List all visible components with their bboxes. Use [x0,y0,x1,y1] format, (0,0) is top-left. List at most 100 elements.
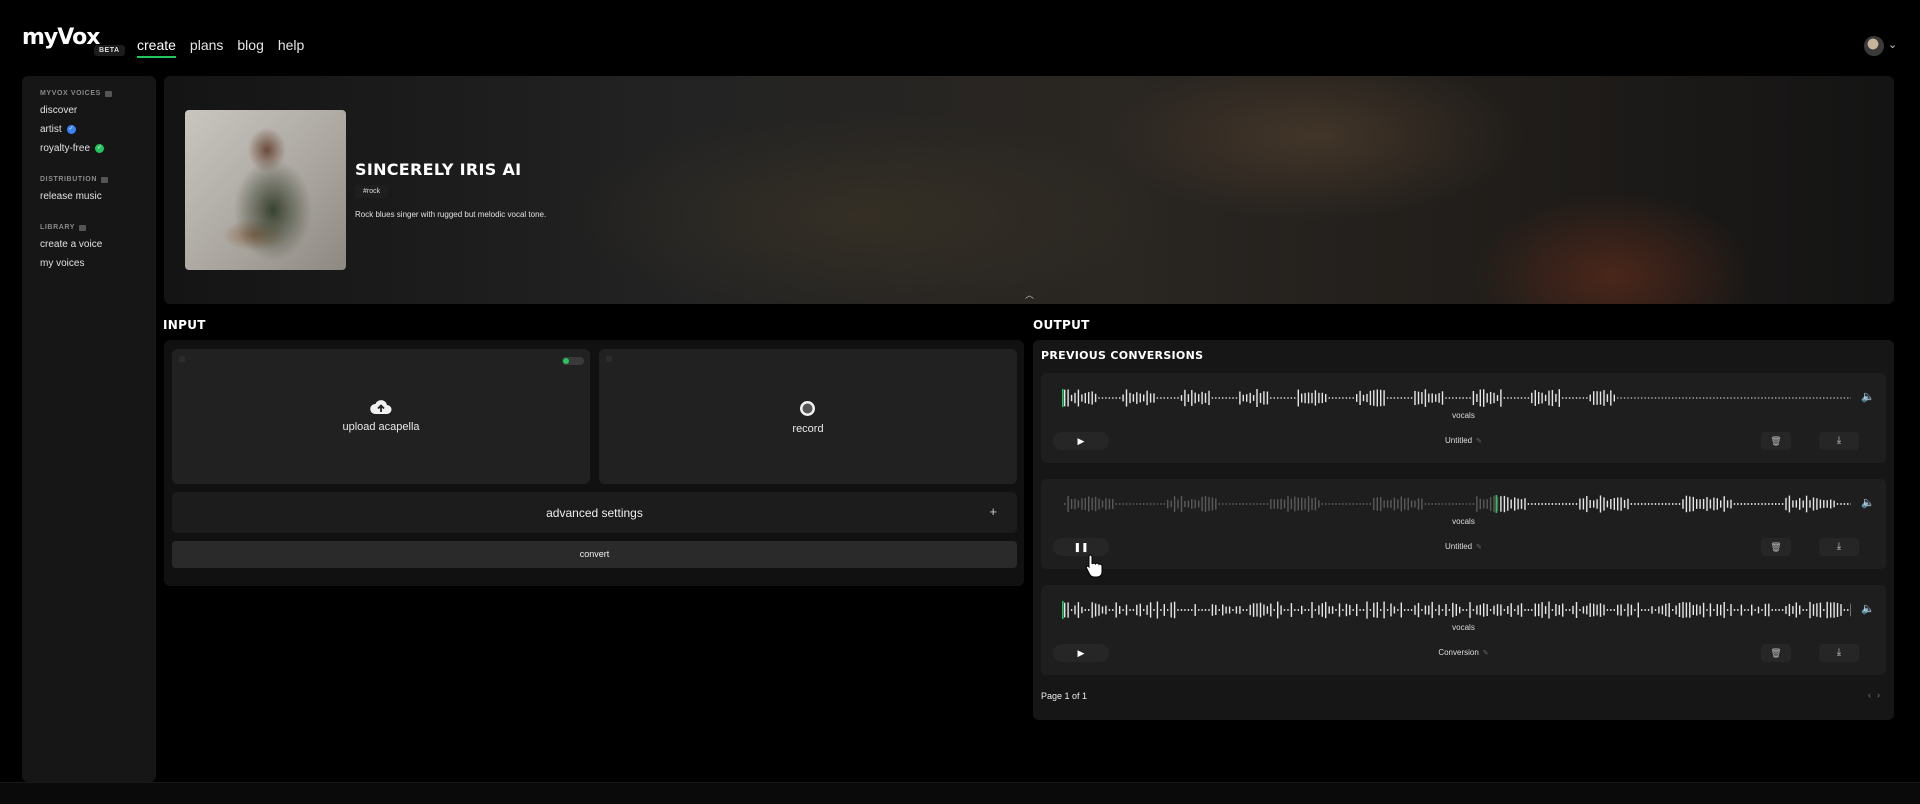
info-icon [104,90,112,97]
playhead-marker [1062,601,1064,619]
voice-hero: SINCERELY IRIS AI #rock Rock blues singe… [164,76,1894,304]
sidebar-item-label: release music [40,191,102,202]
waveform[interactable] [1061,389,1851,407]
chevron-left-icon[interactable]: ‹ [1868,690,1877,700]
record-label: record [792,423,824,435]
sidebar-item-create-voice[interactable]: create a voice [40,239,156,250]
chevron-up-icon[interactable]: ︿ [1025,288,1034,301]
volume-icon[interactable]: 🔈 [1861,496,1875,509]
conversion-name-text: Conversion [1438,648,1479,657]
voice-cover-image [185,110,346,270]
check-badge-icon: ✓ [95,144,105,153]
sidebar-item-my-voices[interactable]: my voices [40,258,156,269]
sidebar-item-label: my voices [40,258,85,269]
download-icon: ⤓ [1836,435,1842,446]
previous-conversions-title: PREVIOUS CONVERSIONS [1041,349,1204,362]
genre-tag[interactable]: #rock [355,185,389,198]
waveform[interactable] [1061,601,1851,619]
conversion-item: 🔈 vocals ▶ Untitled ✎ 🗑 ⤓ [1041,373,1886,463]
upload-label: upload acapella [342,421,420,433]
edit-icon[interactable]: ✎ [1476,438,1482,445]
volume-icon[interactable]: 🔈 [1861,390,1875,403]
conversion-name[interactable]: Untitled ✎ [1041,436,1886,445]
input-panel: upload acapella record advanced settings… [164,340,1024,586]
conversion-name[interactable]: Conversion ✎ [1041,648,1886,657]
trash-icon: 🗑 [1770,648,1782,658]
voice-title: SINCERELY IRIS AI [355,160,522,179]
nav-create[interactable]: create [137,37,176,58]
conversion-name-text: Untitled [1445,436,1473,445]
trash-icon: 🗑 [1770,542,1782,552]
sidebar-item-label: artist [40,124,62,135]
download-button[interactable]: ⤓ [1819,538,1859,556]
advanced-settings-toggle[interactable]: advanced settings + [172,492,1017,533]
convert-button[interactable]: convert [172,541,1017,568]
track-label: vocals [1452,623,1475,632]
input-heading: INPUT [163,318,206,332]
library-icon [79,224,87,231]
sidebar-item-label: create a voice [40,239,103,250]
record-icon [800,401,815,416]
edit-icon[interactable]: ✎ [1483,650,1489,657]
conversion-item: 🔈 vocals ▶ Conversion ✎ 🗑 ⤓ [1041,585,1886,675]
conversion-item: 🔈 vocals ❚❚ Untitled ✎ 🗑 ⤓ [1041,479,1886,569]
pagination-controls: ‹› [1868,690,1886,700]
trash-icon: 🗑 [1770,436,1782,446]
upload-toggle[interactable] [562,357,584,365]
sidebar-item-royalty-free[interactable]: royalty-free ✓ [40,143,156,154]
delete-button[interactable]: 🗑 [1761,432,1791,450]
track-label: vocals [1452,517,1475,526]
download-button[interactable]: ⤓ [1819,432,1859,450]
sidebar-item-label: royalty-free [40,143,91,154]
beta-badge: BETA [94,45,125,56]
sidebar-section-library: LIBRARY [40,224,156,231]
download-icon: ⤓ [1836,647,1842,658]
waveform[interactable] [1061,495,1851,513]
upload-acapella-card[interactable]: upload acapella [172,349,590,484]
output-panel: PREVIOUS CONVERSIONS 🔈 vocals ▶ Untitled… [1033,340,1894,720]
verified-badge-icon: ✓ [66,125,76,134]
section-label: DISTRIBUTION [40,176,97,183]
advanced-settings-label: advanced settings [546,506,643,520]
cloud-upload-icon [370,400,392,414]
hand-cursor-icon [1085,554,1103,578]
sidebar-item-release-music[interactable]: release music [40,191,156,202]
avatar[interactable] [1864,36,1884,56]
logo[interactable]: myVox BETA [22,25,125,58]
main-nav: create plans blog help [137,37,304,58]
link-icon [100,176,108,183]
download-icon: ⤓ [1836,541,1842,552]
page-indicator: Page 1 of 1 [1041,691,1088,701]
nav-help[interactable]: help [278,37,304,58]
sidebar-item-artist[interactable]: artist ✓ [40,124,156,135]
card-corner-icon [606,356,612,362]
card-corner-icon [179,356,185,362]
nav-plans[interactable]: plans [190,37,223,58]
sidebar-item-discover[interactable]: discover [40,105,156,116]
edit-icon[interactable]: ✎ [1476,544,1482,551]
sidebar: MYVOX VOICES discover artist ✓ royalty-f… [22,76,156,782]
volume-icon[interactable]: 🔈 [1861,602,1875,615]
track-label: vocals [1452,411,1475,420]
playhead-marker [1062,389,1064,407]
conversion-name-text: Untitled [1445,542,1473,551]
download-button[interactable]: ⤓ [1819,644,1859,662]
top-bar: myVox BETA create plans blog help ⌄ [0,0,1920,76]
nav-blog[interactable]: blog [237,37,263,58]
output-heading: OUTPUT [1033,318,1090,332]
record-card[interactable]: record [599,349,1017,484]
chevron-down-icon[interactable]: ⌄ [1888,38,1897,51]
delete-button[interactable]: 🗑 [1761,538,1791,556]
logo-text: myVox [22,25,100,50]
playhead-marker [1495,495,1498,513]
horizontal-scrollbar[interactable] [0,782,1920,804]
conversion-name[interactable]: Untitled ✎ [1041,542,1886,551]
delete-button[interactable]: 🗑 [1761,644,1791,662]
sidebar-section-distribution: DISTRIBUTION [40,176,156,183]
section-label: LIBRARY [40,224,76,231]
chevron-right-icon[interactable]: › [1877,690,1886,700]
section-label: MYVOX VOICES [40,90,101,97]
voice-description: Rock blues singer with rugged but melodi… [355,210,547,219]
sidebar-section-voices: MYVOX VOICES [40,90,156,97]
plus-icon: + [989,504,997,519]
